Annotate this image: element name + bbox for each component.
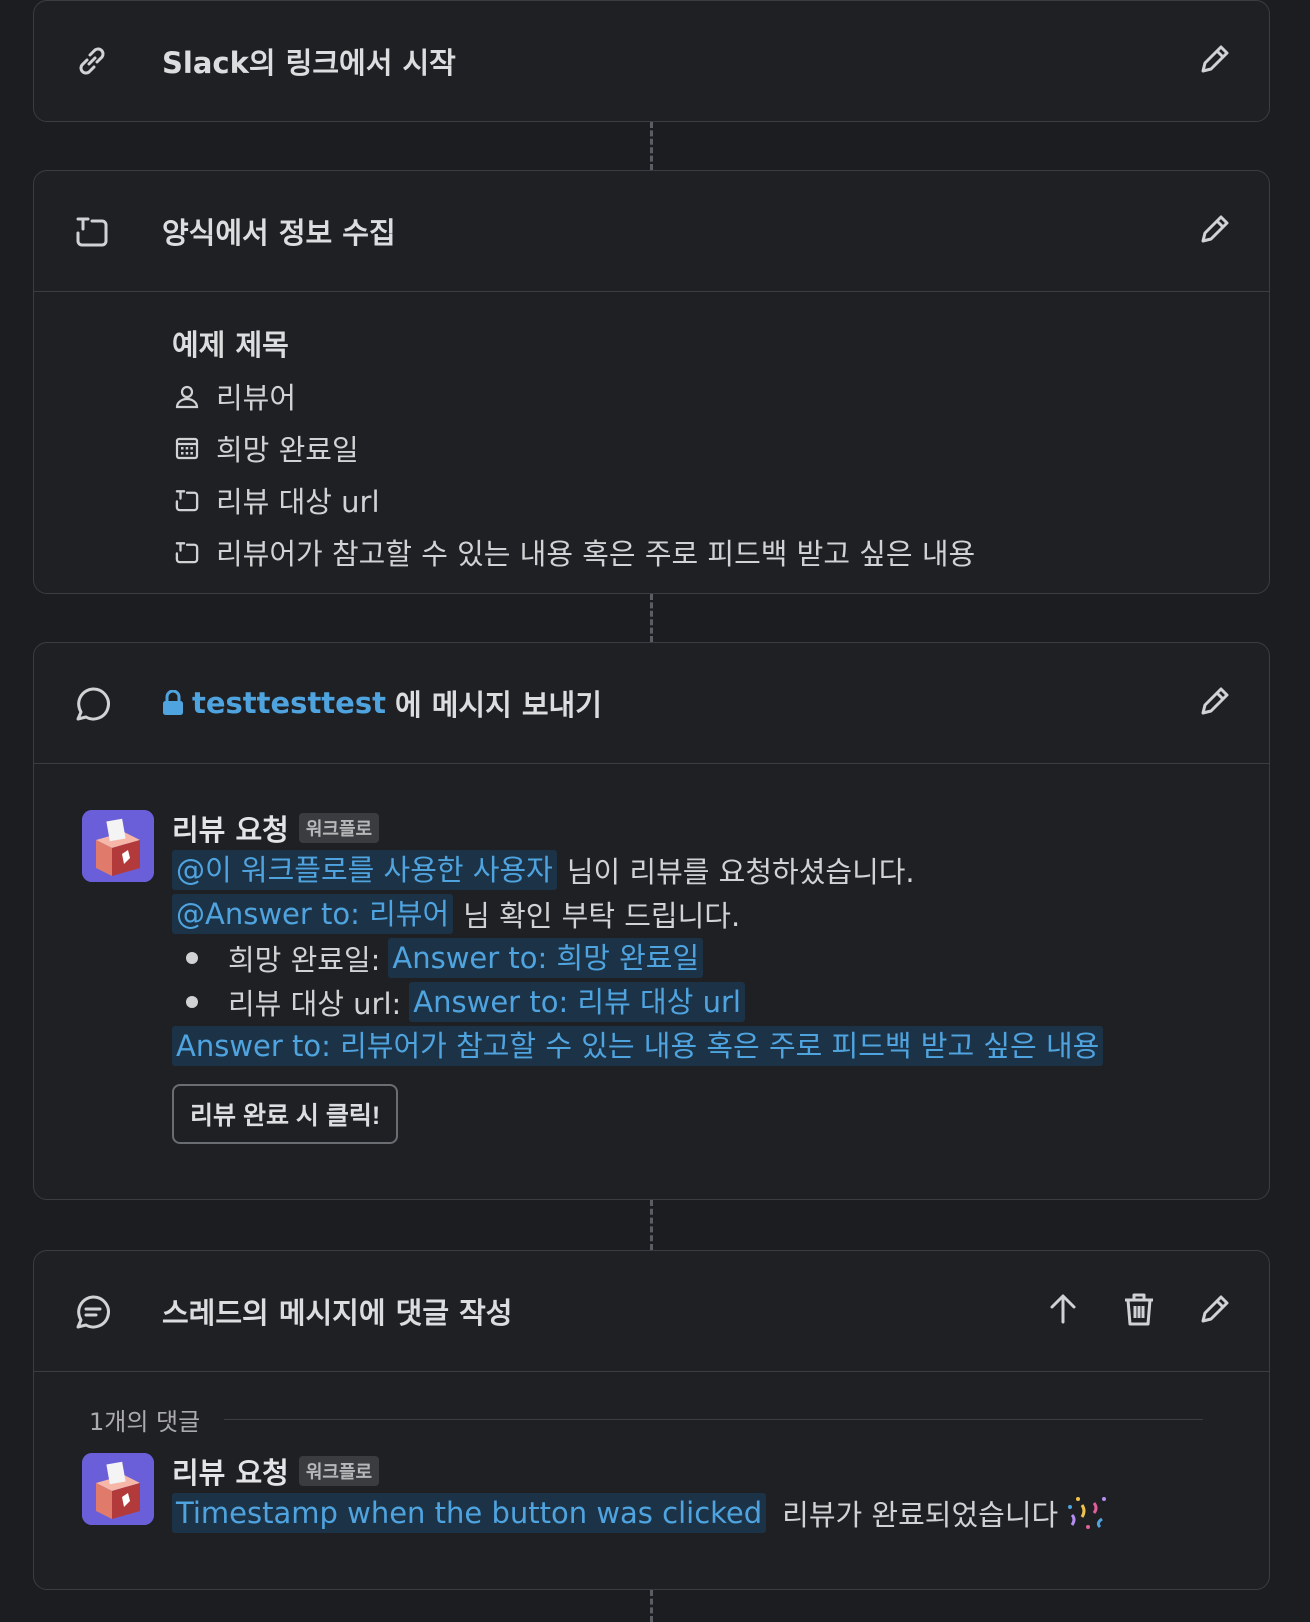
step-trigger-card[interactable]: Slack의 링크에서 시작 bbox=[33, 0, 1270, 122]
form-field-label: 리뷰 대상 url bbox=[216, 485, 380, 519]
bullet-dot bbox=[186, 952, 198, 964]
message-bubble-icon bbox=[74, 685, 110, 721]
step-form-card[interactable]: 양식에서 정보 수집 예제 제목 리뷰어 희망 완료일 리뷰 대상 url 리뷰… bbox=[33, 170, 1270, 594]
edit-button[interactable] bbox=[1195, 1291, 1235, 1331]
message-text: 리뷰가 완료되었습니다 bbox=[782, 1498, 1059, 1532]
step-connector bbox=[650, 122, 653, 170]
bullet-dot bbox=[186, 996, 198, 1008]
move-up-button[interactable] bbox=[1043, 1291, 1083, 1331]
form-field-label: 리뷰어 bbox=[216, 381, 297, 415]
channel-name[interactable]: testtesttest bbox=[192, 686, 386, 720]
sender-name: 리뷰 요청 bbox=[172, 813, 289, 847]
step-trigger-header: Slack의 링크에서 시작 bbox=[34, 1, 1269, 121]
bullet-label: 희망 완료일: bbox=[228, 943, 381, 977]
form-title: 예제 제목 bbox=[172, 328, 289, 362]
step-connector bbox=[650, 594, 653, 642]
workflow-badge: 워크플로 bbox=[298, 1456, 380, 1486]
message-line: @이 워크플로를 사용한 사용자 님이 리뷰를 요청하셨습니다. bbox=[172, 848, 1269, 892]
message-line: @Answer to: 리뷰어 님 확인 부탁 드립니다. bbox=[172, 892, 1269, 936]
link-icon bbox=[74, 43, 110, 79]
bullet-label: 리뷰 대상 url: bbox=[228, 987, 402, 1021]
confetti-icon bbox=[1066, 1493, 1110, 1533]
reply-message-preview: 리뷰 요청 워크플로 Timestamp when the button was… bbox=[34, 1451, 1269, 1535]
step-connector bbox=[650, 1200, 653, 1250]
edit-button[interactable] bbox=[1195, 41, 1235, 81]
variable-mention[interactable]: @이 워크플로를 사용한 사용자 bbox=[172, 850, 557, 890]
message-bullet: 희망 완료일: Answer to: 희망 완료일 bbox=[172, 936, 1269, 980]
reply-count: 1개의 댓글 bbox=[89, 1408, 201, 1436]
edit-button[interactable] bbox=[1195, 683, 1235, 723]
message-line: Timestamp when the button was clicked 리뷰… bbox=[172, 1491, 1269, 1535]
avatar bbox=[82, 810, 154, 882]
form-field-reviewer: 리뷰어 bbox=[172, 370, 1269, 422]
form-field-url: 리뷰 대상 url bbox=[172, 474, 1269, 526]
step-title: Slack의 링크에서 시작 bbox=[162, 46, 456, 80]
message-bullet: 리뷰 대상 url: Answer to: 리뷰 대상 url bbox=[172, 980, 1269, 1024]
message-text: 님 확인 부탁 드립니다. bbox=[463, 899, 741, 933]
message-text: 님이 리뷰를 요청하셨습니다. bbox=[566, 855, 915, 889]
step-connector bbox=[650, 1590, 653, 1622]
trash-icon bbox=[1122, 1291, 1156, 1331]
step-title: 양식에서 정보 수집 bbox=[162, 216, 396, 250]
variable-mention[interactable]: @Answer to: 리뷰어 bbox=[172, 894, 454, 934]
message-preview: 리뷰 요청 워크플로 @이 워크플로를 사용한 사용자 님이 리뷰를 요청하셨습… bbox=[34, 808, 1269, 1144]
delete-button[interactable] bbox=[1119, 1291, 1159, 1331]
variable-mention[interactable]: Timestamp when the button was clicked bbox=[172, 1493, 767, 1533]
form-field-label: 희망 완료일 bbox=[216, 433, 359, 467]
step-title: testtesttest 에 메시지 보내기 bbox=[162, 643, 602, 763]
divider bbox=[224, 1419, 1203, 1420]
avatar bbox=[82, 1453, 154, 1525]
text-field-icon bbox=[74, 213, 110, 249]
variable-mention[interactable]: Answer to: 리뷰 대상 url bbox=[409, 982, 745, 1022]
step-title: 스레드의 메시지에 댓글 작성 bbox=[162, 1296, 513, 1330]
form-field-due-date: 희망 완료일 bbox=[172, 422, 1269, 474]
pencil-icon bbox=[1197, 211, 1233, 251]
variable-mention[interactable]: Answer to: 리뷰어가 참고할 수 있는 내용 혹은 주로 피드백 받고… bbox=[172, 1026, 1104, 1066]
calendar-icon bbox=[172, 433, 202, 463]
form-field-notes: 리뷰어가 참고할 수 있는 내용 혹은 주로 피드백 받고 싶은 내용 bbox=[172, 526, 1269, 578]
pencil-icon bbox=[1197, 41, 1233, 81]
workflow-badge: 워크플로 bbox=[298, 813, 380, 843]
message-line: Answer to: 리뷰어가 참고할 수 있는 내용 혹은 주로 피드백 받고… bbox=[172, 1024, 1269, 1068]
step-thread-reply-header: 스레드의 메시지에 댓글 작성 bbox=[34, 1251, 1269, 1372]
thread-reply-icon bbox=[74, 1293, 110, 1329]
arrow-up-icon bbox=[1046, 1292, 1080, 1330]
form-field-label: 리뷰어가 참고할 수 있는 내용 혹은 주로 피드백 받고 싶은 내용 bbox=[216, 537, 976, 571]
person-icon bbox=[172, 381, 202, 411]
reply-separator: 1개의 댓글 bbox=[34, 1372, 1269, 1437]
text-field-icon bbox=[172, 537, 202, 567]
lock-icon bbox=[162, 690, 184, 716]
pencil-icon bbox=[1197, 1291, 1233, 1331]
edit-button[interactable] bbox=[1195, 211, 1235, 251]
review-complete-button[interactable]: 리뷰 완료 시 클릭! bbox=[172, 1084, 399, 1144]
step-title-suffix: 에 메시지 보내기 bbox=[394, 688, 602, 722]
pencil-icon bbox=[1197, 683, 1233, 723]
step-thread-reply-card[interactable]: 스레드의 메시지에 댓글 작성 1개의 댓글 리뷰 요청 워크플로 Timest… bbox=[33, 1250, 1270, 1590]
step-send-message-card[interactable]: testtesttest 에 메시지 보내기 리뷰 요청 워크플로 @이 워크플… bbox=[33, 642, 1270, 1200]
step-form-header: 양식에서 정보 수집 bbox=[34, 171, 1269, 292]
text-field-icon bbox=[172, 485, 202, 515]
variable-mention[interactable]: Answer to: 희망 완료일 bbox=[388, 938, 704, 978]
form-preview: 예제 제목 리뷰어 희망 완료일 리뷰 대상 url 리뷰어가 참고할 수 있는… bbox=[34, 292, 1269, 608]
sender-name: 리뷰 요청 bbox=[172, 1456, 289, 1490]
step-send-message-header: testtesttest 에 메시지 보내기 bbox=[34, 643, 1269, 764]
